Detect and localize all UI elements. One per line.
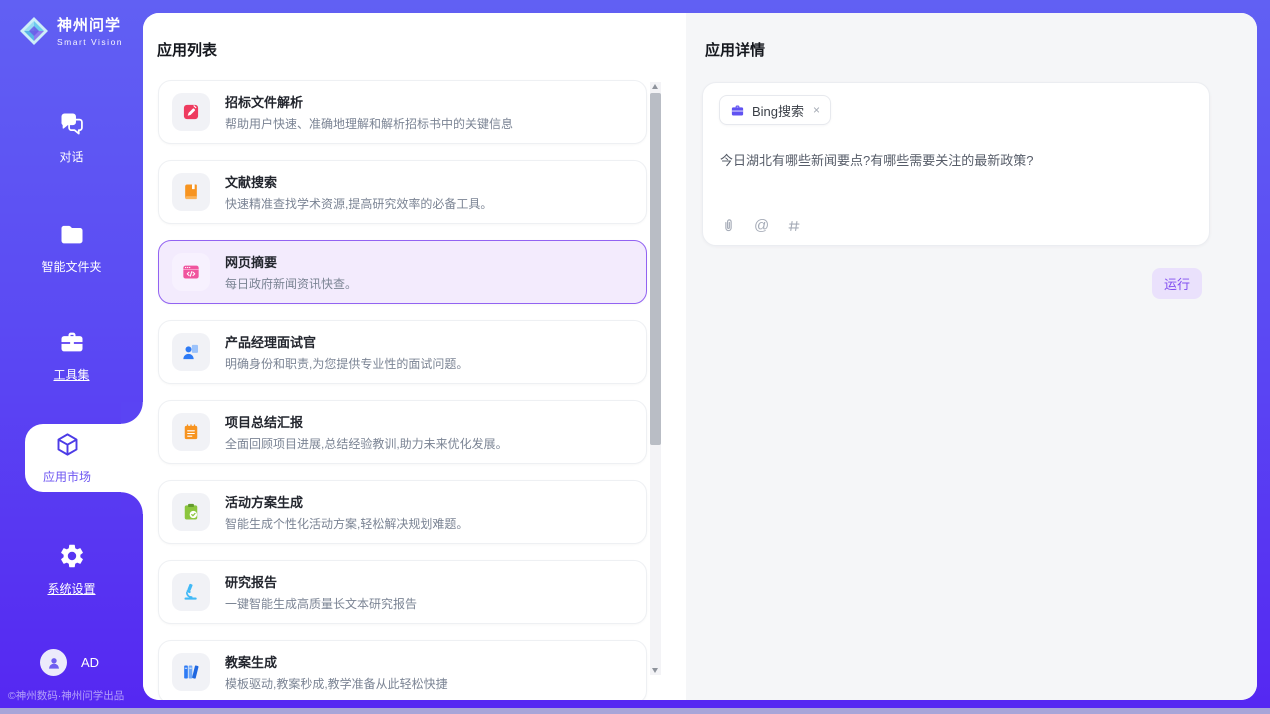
- browser-code-icon: [181, 262, 201, 282]
- app-description: 一键智能生成高质量长文本研究报告: [225, 595, 417, 612]
- user-initials: AD: [81, 655, 99, 670]
- app-card-pm-interviewer[interactable]: 产品经理面试官 明确身份和职责,为您提供专业性的面试问题。: [158, 320, 647, 384]
- brand-gem-icon: [18, 15, 50, 47]
- tool-chip-bing-search[interactable]: Bing搜索 ×: [719, 95, 831, 125]
- app-icon-tile: [172, 653, 210, 691]
- app-card-event-plan-generation[interactable]: 活动方案生成 智能生成个性化活动方案,轻松解决规划难题。: [158, 480, 647, 544]
- folder-icon: [58, 220, 86, 248]
- chat-bubbles-icon: [58, 110, 86, 138]
- scroll-thumb[interactable]: [650, 93, 661, 445]
- app-name: 研究报告: [225, 572, 417, 591]
- cube-icon: [54, 431, 81, 458]
- query-input[interactable]: 今日湖北有哪些新闻要点?有哪些需要关注的最新政策?: [720, 150, 1190, 169]
- app-description: 模板驱动,教案秒成,教学准备从此轻松快捷: [225, 675, 448, 692]
- app-name: 网页摘要: [225, 252, 357, 271]
- app-description: 全面回顾项目进展,总结经验教训,助力未来优化发展。: [225, 435, 508, 452]
- scroll-up-arrow-icon[interactable]: [650, 82, 661, 92]
- user-account[interactable]: AD: [40, 649, 99, 676]
- mention-button[interactable]: @: [754, 217, 769, 234]
- app-name: 活动方案生成: [225, 492, 468, 511]
- app-card-literature-search[interactable]: 文献搜索 快速精准查找学术资源,提高研究效率的必备工具。: [158, 160, 647, 224]
- app-icon-tile: [172, 573, 210, 611]
- sidebar-item-app-market[interactable]: 应用市场: [25, 424, 143, 492]
- app-icon-tile: [172, 93, 210, 131]
- composer-toolbar: @: [720, 217, 802, 234]
- app-list-title: 应用列表: [157, 39, 217, 60]
- app-name: 教案生成: [225, 652, 448, 671]
- app-icon-tile: [172, 493, 210, 531]
- app-description: 每日政府新闻资讯快查。: [225, 275, 357, 292]
- attach-file-button[interactable]: [720, 217, 737, 234]
- notepad-icon: [181, 422, 201, 442]
- app-name: 招标文件解析: [225, 92, 513, 111]
- microscope-icon: [181, 582, 201, 602]
- app-icon-tile: [172, 253, 210, 291]
- brand-tagline: Smart Vision: [57, 37, 123, 47]
- mention-icon: @: [754, 217, 769, 234]
- sidebar-item-chat[interactable]: 对话: [0, 110, 143, 165]
- app-icon-tile: [172, 173, 210, 211]
- gear-icon: [58, 542, 86, 570]
- app-icon-tile: [172, 413, 210, 451]
- sidebar-item-label: 智能文件夹: [0, 258, 143, 275]
- hash-button[interactable]: [786, 218, 802, 234]
- app-card-research-report[interactable]: 研究报告 一键智能生成高质量长文本研究报告: [158, 560, 647, 624]
- app-detail-title: 应用详情: [705, 39, 765, 60]
- app-window: 神州问学 Smart Vision 对话 智能文件夹 工具集: [0, 0, 1270, 714]
- app-icon-tile: [172, 333, 210, 371]
- app-list-panel: 应用列表 招标文件解析 帮助用户快速、准确地理解和解析招标书中的关键信息: [143, 13, 686, 700]
- sidebar-item-toolset[interactable]: 工具集: [0, 328, 143, 383]
- app-description: 智能生成个性化活动方案,轻松解决规划难题。: [225, 515, 468, 532]
- clipboard-check-icon: [181, 502, 201, 522]
- run-button[interactable]: 运行: [1152, 268, 1202, 299]
- content-shell: 应用列表 招标文件解析 帮助用户快速、准确地理解和解析招标书中的关键信息: [143, 13, 1257, 700]
- avatar: [40, 649, 67, 676]
- app-card-web-summary[interactable]: 网页摘要 每日政府新闻资讯快查。: [158, 240, 647, 304]
- chip-remove-icon[interactable]: ×: [813, 103, 820, 117]
- copyright-text: ©神州数码·神州问学出品: [8, 688, 143, 703]
- sidebar: 神州问学 Smart Vision 对话 智能文件夹 工具集: [0, 0, 143, 714]
- scroll-down-arrow-icon[interactable]: [650, 665, 661, 675]
- composer-card: Bing搜索 × 今日湖北有哪些新闻要点?有哪些需要关注的最新政策? @: [702, 82, 1210, 246]
- book-icon: [181, 182, 201, 202]
- app-card-list: 招标文件解析 帮助用户快速、准确地理解和解析招标书中的关键信息 文献搜索: [158, 80, 647, 700]
- app-detail-panel: 应用详情 Bing搜索 × 今日湖北有哪些新闻要点?有哪些需要关注的最新政策?: [686, 13, 1257, 700]
- sidebar-item-label: 系统设置: [0, 580, 143, 597]
- document-edit-icon: [181, 102, 201, 122]
- sidebar-item-settings[interactable]: 系统设置: [0, 542, 143, 597]
- brand-name: 神州问学: [57, 14, 123, 35]
- app-name: 产品经理面试官: [225, 332, 468, 351]
- app-name: 项目总结汇报: [225, 412, 508, 431]
- person-document-icon: [181, 342, 201, 362]
- app-card-project-summary[interactable]: 项目总结汇报 全面回顾项目进展,总结经验教训,助力未来优化发展。: [158, 400, 647, 464]
- brand-logo: 神州问学 Smart Vision: [18, 14, 123, 47]
- books-icon: [181, 662, 201, 682]
- app-description: 帮助用户快速、准确地理解和解析招标书中的关键信息: [225, 115, 513, 132]
- window-bottom-edge: [0, 708, 1270, 714]
- app-description: 明确身份和职责,为您提供专业性的面试问题。: [225, 355, 468, 372]
- toolbox-icon: [58, 328, 86, 356]
- tool-chip-label: Bing搜索: [752, 101, 804, 120]
- briefcase-icon: [730, 103, 745, 118]
- sidebar-item-smart-folders[interactable]: 智能文件夹: [0, 220, 143, 275]
- app-card-bid-document-analysis[interactable]: 招标文件解析 帮助用户快速、准确地理解和解析招标书中的关键信息: [158, 80, 647, 144]
- sidebar-item-label: 工具集: [0, 366, 143, 383]
- paperclip-icon: [720, 217, 737, 234]
- scrollbar[interactable]: [650, 82, 661, 675]
- hash-icon: [786, 218, 802, 234]
- app-card-lesson-plan-generation[interactable]: 教案生成 模板驱动,教案秒成,教学准备从此轻松快捷: [158, 640, 647, 700]
- app-description: 快速精准查找学术资源,提高研究效率的必备工具。: [225, 195, 492, 212]
- sidebar-item-label: 应用市场: [25, 468, 109, 485]
- sidebar-item-label: 对话: [0, 148, 143, 165]
- app-name: 文献搜索: [225, 172, 492, 191]
- person-icon: [46, 655, 62, 671]
